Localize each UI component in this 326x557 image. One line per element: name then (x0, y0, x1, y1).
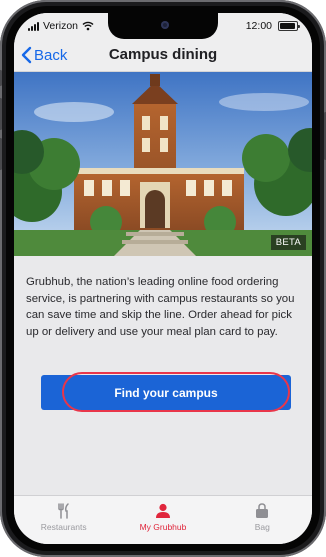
fork-knife-icon (57, 503, 69, 519)
battery-icon (278, 21, 300, 31)
tab-bag[interactable]: Bag (213, 496, 312, 544)
navigation-bar: Back Campus dining (14, 39, 312, 72)
signal-icon (28, 21, 39, 31)
status-right: 12:00 (245, 20, 300, 32)
tab-my-grubhub[interactable]: My Grubhub (113, 496, 212, 544)
status-left: Verizon (28, 20, 94, 32)
tab-bar: Restaurants My Grubhub Bag (14, 495, 312, 544)
page-title: Campus dining (108, 46, 218, 63)
notch (108, 13, 218, 39)
wifi-icon (82, 21, 94, 31)
front-camera-icon (161, 21, 169, 29)
campus-hero-image: BETA (14, 72, 312, 256)
find-your-campus-label: Find your campus (114, 385, 218, 400)
person-icon (155, 503, 170, 518)
carrier-label: Verizon (43, 20, 79, 32)
tab-restaurants-label: Restaurants (40, 522, 87, 532)
tab-bag-label: Bag (254, 522, 270, 532)
campus-building-illustration (14, 72, 312, 256)
volume-up-button (0, 98, 2, 130)
clock-time: 12:00 (245, 20, 272, 32)
volume-down-button (0, 138, 2, 170)
tab-restaurants[interactable]: Restaurants (14, 496, 113, 544)
tab-my-grubhub-label: My Grubhub (139, 522, 187, 532)
silent-switch (0, 70, 2, 86)
find-your-campus-button[interactable]: Find your campus (41, 375, 291, 410)
screen: Verizon 12:00 Back Campus dining BETA Gr… (14, 13, 312, 544)
bag-icon (256, 503, 269, 518)
intro-description: Grubhub, the nation’s leading online foo… (26, 276, 295, 338)
phone-frame: Verizon 12:00 Back Campus dining BETA Gr… (0, 0, 326, 557)
beta-badge: BETA (270, 235, 306, 250)
